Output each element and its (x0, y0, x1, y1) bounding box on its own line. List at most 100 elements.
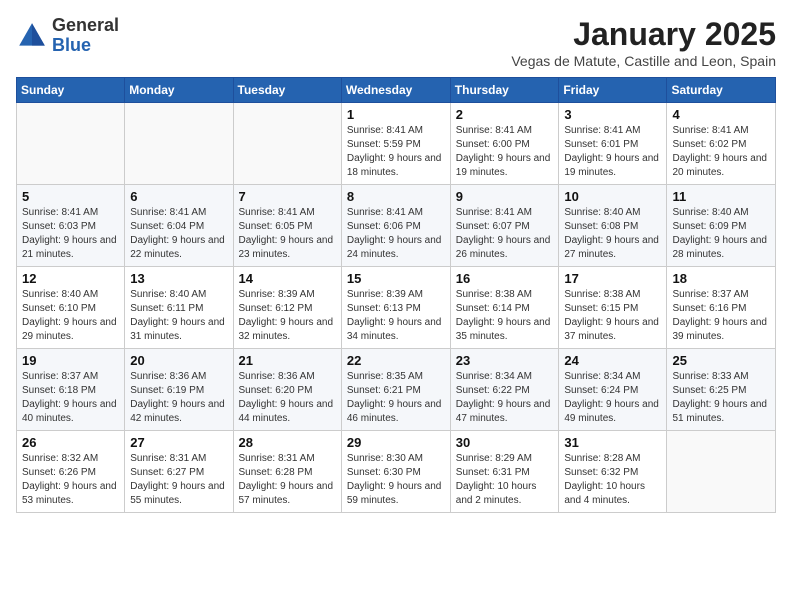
location-subtitle: Vegas de Matute, Castille and Leon, Spai… (511, 53, 776, 69)
day-info: Sunrise: 8:31 AM Sunset: 6:28 PM Dayligh… (239, 452, 336, 508)
calendar-day-cell: 14 Sunrise: 8:39 AM Sunset: 6:12 PM Dayli… (233, 267, 341, 349)
calendar-day-cell: 2 Sunrise: 8:41 AM Sunset: 6:00 PM Daylig… (450, 103, 559, 185)
day-number: 20 (130, 353, 227, 368)
calendar-day-cell (17, 103, 125, 185)
day-number: 2 (456, 107, 554, 122)
calendar-weekday-header: Sunday (17, 78, 125, 103)
day-number: 3 (564, 107, 661, 122)
calendar-weekday-header: Thursday (450, 78, 559, 103)
calendar-day-cell: 20 Sunrise: 8:36 AM Sunset: 6:19 PM Dayli… (125, 349, 233, 431)
day-info: Sunrise: 8:40 AM Sunset: 6:09 PM Dayligh… (672, 206, 770, 262)
day-info: Sunrise: 8:41 AM Sunset: 6:00 PM Dayligh… (456, 124, 554, 180)
logo-icon (16, 20, 48, 52)
logo: General Blue (16, 16, 119, 56)
day-info: Sunrise: 8:38 AM Sunset: 6:14 PM Dayligh… (456, 288, 554, 344)
calendar-day-cell: 31Sunrise: 8:28 AM Sunset: 6:32 PM Dayli… (559, 431, 667, 513)
day-number: 24 (564, 353, 661, 368)
calendar-week-row: 19 Sunrise: 8:37 AM Sunset: 6:18 PM Dayli… (17, 349, 776, 431)
day-info: Sunrise: 8:39 AM Sunset: 6:12 PM Dayligh… (239, 288, 336, 344)
calendar-weekday-header: Monday (125, 78, 233, 103)
calendar-day-cell (125, 103, 233, 185)
day-number: 21 (239, 353, 336, 368)
day-number: 10 (564, 189, 661, 204)
calendar-weekday-header: Tuesday (233, 78, 341, 103)
calendar-day-cell: 11Sunrise: 8:40 AM Sunset: 6:09 PM Dayli… (667, 185, 776, 267)
calendar-day-cell: 1Sunrise: 8:41 AM Sunset: 5:59 PM Daylig… (341, 103, 450, 185)
day-number: 19 (22, 353, 119, 368)
calendar-day-cell: 27 Sunrise: 8:31 AM Sunset: 6:27 PM Dayli… (125, 431, 233, 513)
calendar-week-row: 26 Sunrise: 8:32 AM Sunset: 6:26 PM Dayli… (17, 431, 776, 513)
day-number: 23 (456, 353, 554, 368)
day-number: 28 (239, 435, 336, 450)
day-number: 14 (239, 271, 336, 286)
calendar-day-cell: 28 Sunrise: 8:31 AM Sunset: 6:28 PM Dayli… (233, 431, 341, 513)
day-number: 25 (672, 353, 770, 368)
day-info: Sunrise: 8:34 AM Sunset: 6:22 PM Dayligh… (456, 370, 554, 426)
day-number: 6 (130, 189, 227, 204)
day-info: Sunrise: 8:36 AM Sunset: 6:19 PM Dayligh… (130, 370, 227, 426)
day-info: Sunrise: 8:41 AM Sunset: 6:02 PM Dayligh… (672, 124, 770, 180)
calendar-body: 1Sunrise: 8:41 AM Sunset: 5:59 PM Daylig… (17, 103, 776, 513)
day-number: 15 (347, 271, 445, 286)
day-info: Sunrise: 8:41 AM Sunset: 6:01 PM Dayligh… (564, 124, 661, 180)
day-info: Sunrise: 8:35 AM Sunset: 6:21 PM Dayligh… (347, 370, 445, 426)
calendar-week-row: 1Sunrise: 8:41 AM Sunset: 5:59 PM Daylig… (17, 103, 776, 185)
day-info: Sunrise: 8:41 AM Sunset: 6:03 PM Dayligh… (22, 206, 119, 262)
calendar-day-cell: 19 Sunrise: 8:37 AM Sunset: 6:18 PM Dayli… (17, 349, 125, 431)
calendar-day-cell: 29Sunrise: 8:30 AM Sunset: 6:30 PM Dayli… (341, 431, 450, 513)
calendar-day-cell: 15Sunrise: 8:39 AM Sunset: 6:13 PM Dayli… (341, 267, 450, 349)
title-block: January 2025 Vegas de Matute, Castille a… (511, 16, 776, 69)
day-info: Sunrise: 8:41 AM Sunset: 6:04 PM Dayligh… (130, 206, 227, 262)
logo-blue-label: Blue (52, 36, 119, 56)
day-info: Sunrise: 8:41 AM Sunset: 6:07 PM Dayligh… (456, 206, 554, 262)
calendar-day-cell: 24 Sunrise: 8:34 AM Sunset: 6:24 PM Dayli… (559, 349, 667, 431)
calendar-day-cell: 5 Sunrise: 8:41 AM Sunset: 6:03 PM Daylig… (17, 185, 125, 267)
day-info: Sunrise: 8:37 AM Sunset: 6:18 PM Dayligh… (22, 370, 119, 426)
day-number: 9 (456, 189, 554, 204)
calendar-weekday-header: Wednesday (341, 78, 450, 103)
calendar-day-cell (667, 431, 776, 513)
day-info: Sunrise: 8:40 AM Sunset: 6:10 PM Dayligh… (22, 288, 119, 344)
day-info: Sunrise: 8:30 AM Sunset: 6:30 PM Dayligh… (347, 452, 445, 508)
calendar-day-cell: 26 Sunrise: 8:32 AM Sunset: 6:26 PM Dayli… (17, 431, 125, 513)
day-number: 17 (564, 271, 661, 286)
calendar-weekday-header: Saturday (667, 78, 776, 103)
day-number: 16 (456, 271, 554, 286)
day-info: Sunrise: 8:41 AM Sunset: 6:06 PM Dayligh… (347, 206, 445, 262)
calendar-day-cell: 4 Sunrise: 8:41 AM Sunset: 6:02 PM Daylig… (667, 103, 776, 185)
day-number: 7 (239, 189, 336, 204)
day-number: 4 (672, 107, 770, 122)
day-info: Sunrise: 8:31 AM Sunset: 6:27 PM Dayligh… (130, 452, 227, 508)
calendar-header-row: SundayMondayTuesdayWednesdayThursdayFrid… (17, 78, 776, 103)
calendar-day-cell: 16 Sunrise: 8:38 AM Sunset: 6:14 PM Dayli… (450, 267, 559, 349)
calendar-week-row: 5 Sunrise: 8:41 AM Sunset: 6:03 PM Daylig… (17, 185, 776, 267)
calendar-day-cell: 9 Sunrise: 8:41 AM Sunset: 6:07 PM Daylig… (450, 185, 559, 267)
day-info: Sunrise: 8:40 AM Sunset: 6:11 PM Dayligh… (130, 288, 227, 344)
day-number: 13 (130, 271, 227, 286)
calendar-day-cell: 12Sunrise: 8:40 AM Sunset: 6:10 PM Dayli… (17, 267, 125, 349)
calendar-weekday-header: Friday (559, 78, 667, 103)
calendar-day-cell: 18Sunrise: 8:37 AM Sunset: 6:16 PM Dayli… (667, 267, 776, 349)
day-info: Sunrise: 8:38 AM Sunset: 6:15 PM Dayligh… (564, 288, 661, 344)
day-info: Sunrise: 8:36 AM Sunset: 6:20 PM Dayligh… (239, 370, 336, 426)
day-info: Sunrise: 8:37 AM Sunset: 6:16 PM Dayligh… (672, 288, 770, 344)
calendar-day-cell: 23 Sunrise: 8:34 AM Sunset: 6:22 PM Dayli… (450, 349, 559, 431)
day-info: Sunrise: 8:41 AM Sunset: 6:05 PM Dayligh… (239, 206, 336, 262)
calendar-day-cell: 17 Sunrise: 8:38 AM Sunset: 6:15 PM Dayli… (559, 267, 667, 349)
day-info: Sunrise: 8:29 AM Sunset: 6:31 PM Dayligh… (456, 452, 554, 508)
day-info: Sunrise: 8:41 AM Sunset: 5:59 PM Dayligh… (347, 124, 445, 180)
day-number: 5 (22, 189, 119, 204)
day-number: 30 (456, 435, 554, 450)
calendar-day-cell: 30 Sunrise: 8:29 AM Sunset: 6:31 PM Dayli… (450, 431, 559, 513)
day-number: 31 (564, 435, 661, 450)
day-info: Sunrise: 8:34 AM Sunset: 6:24 PM Dayligh… (564, 370, 661, 426)
calendar-day-cell: 7 Sunrise: 8:41 AM Sunset: 6:05 PM Daylig… (233, 185, 341, 267)
day-number: 27 (130, 435, 227, 450)
logo-text: General Blue (52, 16, 119, 56)
day-number: 26 (22, 435, 119, 450)
calendar-week-row: 12Sunrise: 8:40 AM Sunset: 6:10 PM Dayli… (17, 267, 776, 349)
page-header: General Blue January 2025 Vegas de Matut… (16, 16, 776, 69)
day-info: Sunrise: 8:32 AM Sunset: 6:26 PM Dayligh… (22, 452, 119, 508)
calendar-day-cell (233, 103, 341, 185)
day-info: Sunrise: 8:33 AM Sunset: 6:25 PM Dayligh… (672, 370, 770, 426)
